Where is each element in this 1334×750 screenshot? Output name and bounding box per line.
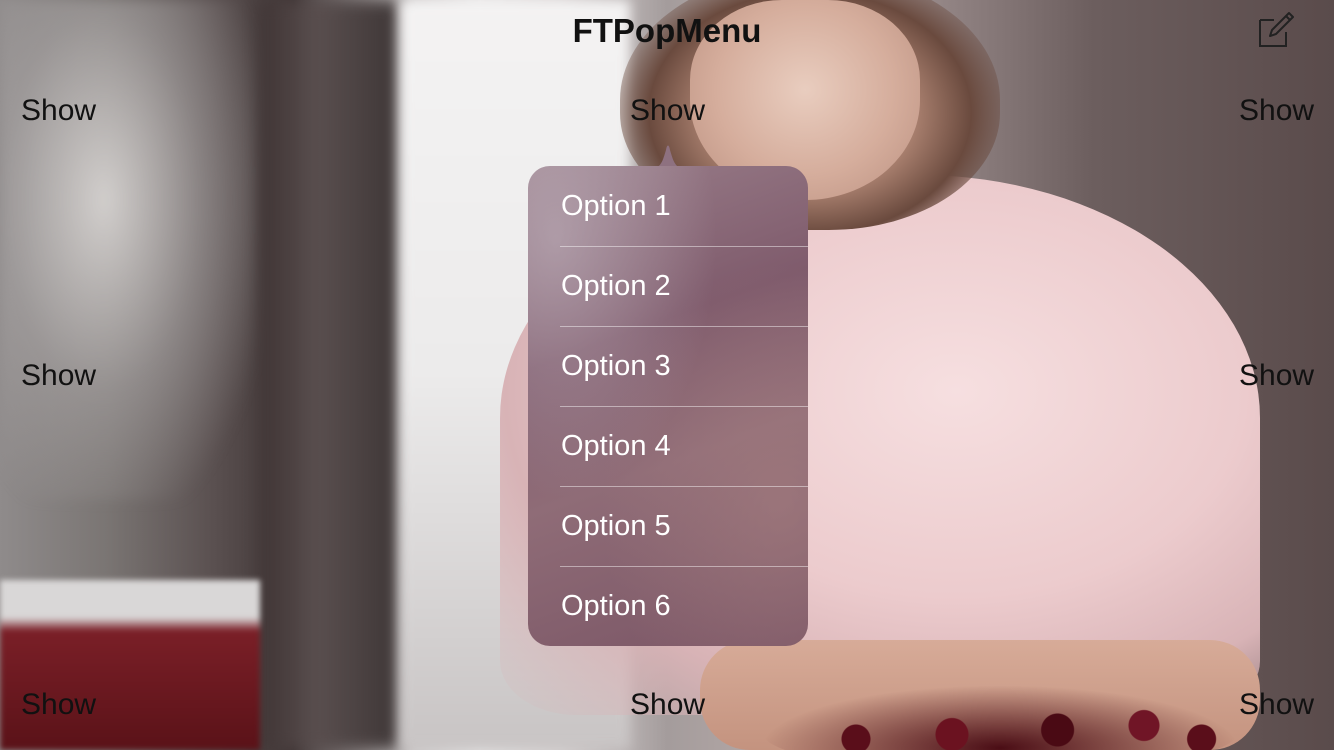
- show-button-top-right[interactable]: Show: [1239, 93, 1314, 129]
- compose-icon[interactable]: [1256, 10, 1296, 50]
- show-button-bottom-right[interactable]: Show: [1239, 687, 1314, 723]
- show-button-top-center[interactable]: Show: [630, 93, 705, 129]
- menu-item-option-6[interactable]: Option 6: [528, 566, 808, 646]
- menu-item-option-5[interactable]: Option 5: [528, 486, 808, 566]
- show-button-bottom-center[interactable]: Show: [630, 687, 705, 723]
- menu-item-option-2[interactable]: Option 2: [528, 246, 808, 326]
- show-button-middle-right[interactable]: Show: [1239, 358, 1314, 394]
- show-button-bottom-left[interactable]: Show: [21, 687, 96, 723]
- menu-item-option-3[interactable]: Option 3: [528, 326, 808, 406]
- popup-menu-body: Option 1 Option 2 Option 3 Option 4 Opti…: [528, 166, 808, 646]
- popup-arrow: [653, 145, 683, 168]
- nav-title: FTPopMenu: [572, 12, 762, 49]
- popup-menu: Option 1 Option 2 Option 3 Option 4 Opti…: [528, 138, 808, 646]
- menu-item-option-4[interactable]: Option 4: [528, 406, 808, 486]
- menu-item-option-1[interactable]: Option 1: [528, 166, 808, 246]
- show-button-top-left[interactable]: Show: [21, 93, 96, 129]
- show-button-middle-left[interactable]: Show: [21, 358, 96, 394]
